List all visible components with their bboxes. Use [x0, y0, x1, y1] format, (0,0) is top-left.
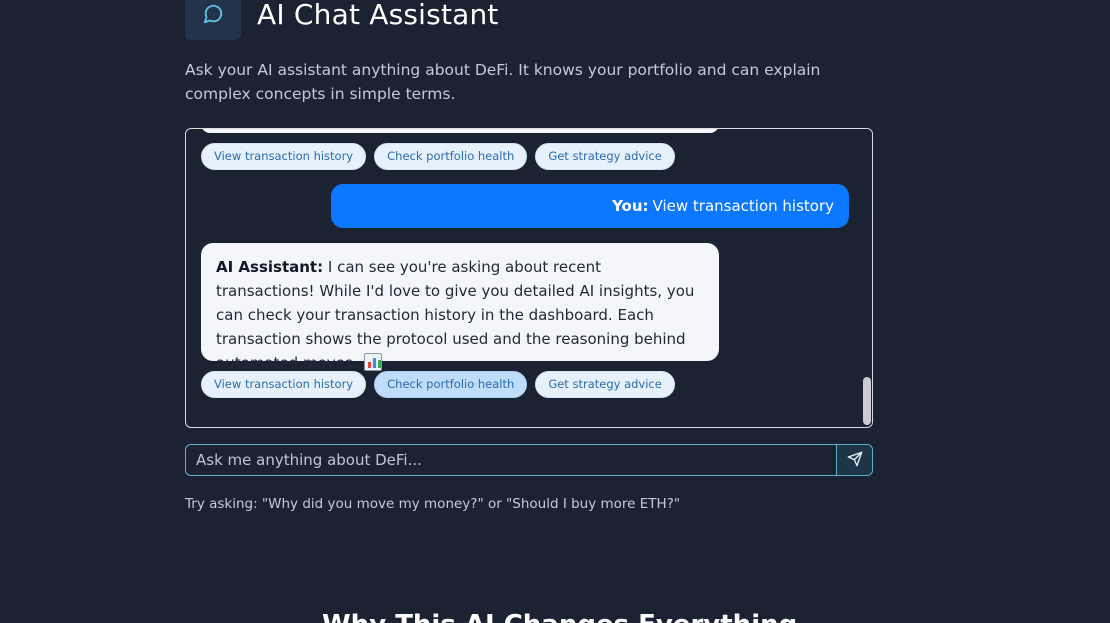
page-title: AI Chat Assistant: [257, 0, 499, 31]
chat-window[interactable]: View transaction history Check portfolio…: [185, 128, 873, 428]
quick-reply-view-transaction-history[interactable]: View transaction history: [201, 371, 367, 398]
send-icon: [847, 451, 863, 470]
chat-scrollbar-thumb[interactable]: [863, 377, 871, 425]
ai-message: AI Assistant: I can see you're asking ab…: [201, 243, 719, 372]
quick-reply-check-portfolio-health[interactable]: Check portfolio health: [374, 143, 528, 170]
quick-reply-view-transaction-history[interactable]: View transaction history: [201, 143, 367, 170]
user-message-text: View transaction history: [652, 197, 834, 215]
user-message-sender: You:: [612, 197, 649, 215]
previous-ai-message: [201, 129, 719, 133]
page-header: AI Chat Assistant: [185, 0, 499, 40]
chat-bubble-icon: [185, 0, 241, 40]
chat-scrollbar[interactable]: [862, 129, 872, 427]
input-hint: Try asking: "Why did you move my money?"…: [185, 496, 681, 512]
quick-replies-top: View transaction history Check portfolio…: [201, 143, 675, 170]
send-button[interactable]: [836, 445, 872, 475]
user-message: You: View transaction history: [331, 184, 849, 228]
ai-message-sender: AI Assistant:: [216, 258, 324, 276]
next-section-title: Why This AI Changes Everything: [322, 610, 797, 623]
bar-chart-icon: [364, 353, 383, 371]
quick-reply-get-strategy-advice[interactable]: Get strategy advice: [535, 371, 675, 398]
chat-input[interactable]: [186, 445, 836, 475]
quick-replies-bottom: View transaction history Check portfolio…: [201, 371, 675, 398]
quick-reply-get-strategy-advice[interactable]: Get strategy advice: [535, 143, 675, 170]
page-subtitle: Ask your AI assistant anything about DeF…: [185, 61, 821, 103]
quick-reply-check-portfolio-health[interactable]: Check portfolio health: [374, 371, 528, 398]
chat-input-bar: [185, 444, 873, 476]
page: AI Chat Assistant Ask your AI assistant …: [0, 0, 1110, 623]
